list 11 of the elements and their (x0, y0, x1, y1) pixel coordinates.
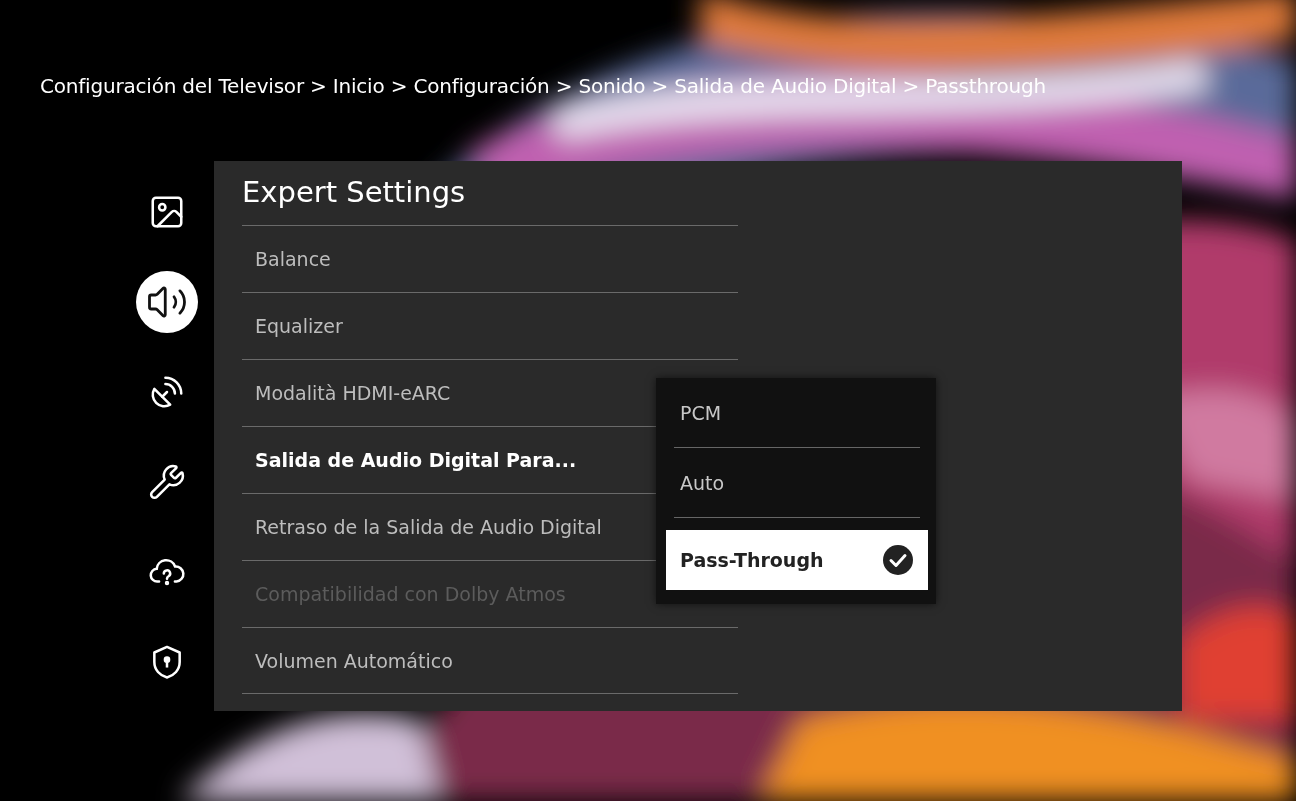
menu-item[interactable]: Volumen Automático (242, 627, 738, 694)
breadcrumb: Configuración del Televisor > Inicio > Configuración > Sonido > Salida de Audio Digital > Passthrough (40, 74, 1047, 98)
option-item[interactable]: Pass-Through (666, 530, 928, 590)
wrench-icon (148, 463, 186, 501)
option-item[interactable]: Auto (674, 448, 920, 518)
menu-item[interactable]: Equalizer (242, 292, 738, 359)
image-icon (148, 193, 186, 231)
panel-title: Expert Settings (242, 175, 467, 211)
check-icon (882, 544, 914, 576)
option-item[interactable]: PCM (674, 378, 920, 448)
menu-item[interactable]: Balance (242, 225, 738, 292)
